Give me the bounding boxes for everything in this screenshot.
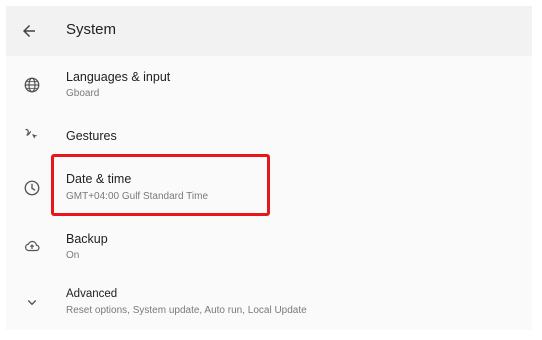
chevron-down-icon — [27, 300, 37, 306]
highlight-box — [51, 154, 270, 216]
settings-item-languages-input[interactable]: Languages & input Gboard — [6, 58, 532, 108]
settings-item-label: Advanced — [66, 288, 118, 300]
gestures-icon — [25, 128, 38, 139]
app-bar: System — [6, 6, 532, 56]
globe-icon — [24, 77, 40, 93]
settings-item-backup[interactable]: Backup On — [6, 218, 532, 268]
clock-icon — [24, 180, 40, 196]
settings-item-label: Backup — [66, 232, 108, 246]
settings-item-subtitle: On — [66, 250, 80, 261]
settings-item-advanced[interactable]: Advanced Reset options, System update, A… — [6, 274, 532, 324]
back-arrow-icon[interactable] — [20, 22, 38, 40]
page-title: System — [66, 21, 117, 38]
settings-item-subtitle: Reset options, System update, Auto run, … — [66, 305, 307, 316]
settings-item-label: Languages & input — [66, 70, 171, 84]
cloud-upload-icon — [25, 240, 40, 252]
settings-screen: System Languages & input Gboard Gestures… — [6, 6, 532, 330]
settings-item-label: Gestures — [66, 129, 117, 143]
settings-item-subtitle: Gboard — [66, 88, 100, 99]
settings-item-gestures[interactable]: Gestures — [6, 112, 532, 158]
